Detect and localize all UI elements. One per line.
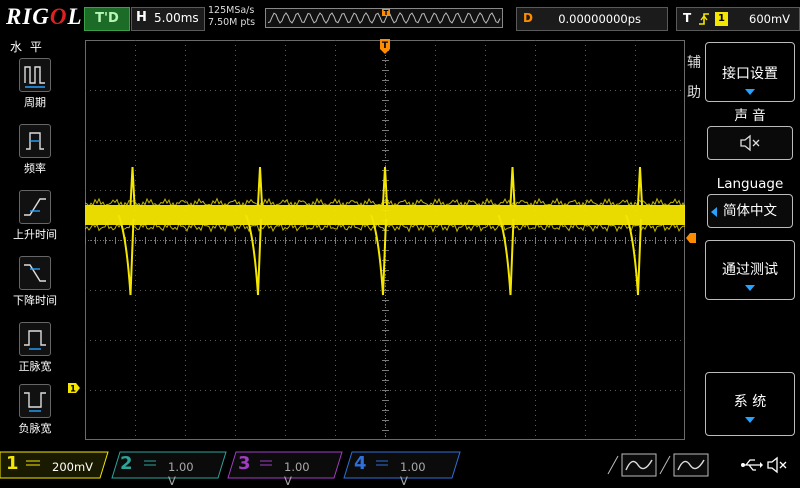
svg-text:T: T [384, 9, 389, 17]
memory-overview-waveform: T [267, 8, 501, 24]
chevron-down-icon [745, 89, 755, 95]
math-icon[interactable] [607, 453, 657, 477]
channel3-scale: 1.00 V [284, 460, 310, 488]
svg-text:T: T [382, 41, 389, 51]
measure-frequency-button[interactable]: 频率 [6, 124, 64, 176]
channel3-number: 3 [238, 453, 251, 474]
trace-spike [370, 166, 388, 296]
frequency-icon [19, 124, 51, 158]
trigger-level-marker[interactable] [685, 232, 697, 244]
measure-period-button[interactable]: 周期 [6, 58, 64, 110]
measure-negative-width-button[interactable]: 负脉宽 [6, 384, 64, 436]
speaker-mute-icon [740, 134, 760, 152]
delay-box[interactable]: D 0.00000000ps [516, 7, 668, 31]
channel1-scale: 200mV [52, 460, 94, 474]
measure-fall-time-button[interactable]: 下降时间 [6, 256, 64, 308]
channel4-scale: 1.00 V [400, 460, 426, 488]
interface-settings-button[interactable]: 接口设置 [705, 42, 795, 102]
channel1-number: 1 [6, 453, 19, 474]
waveform-display[interactable] [85, 40, 685, 440]
trigger-label: T [683, 11, 692, 25]
language-group[interactable]: Language 简体中文 [705, 174, 795, 228]
trigger-source-badge: 1 [715, 12, 728, 26]
svg-text:1: 1 [70, 385, 76, 395]
timebase-box[interactable]: H 5.00ms [131, 7, 205, 31]
fall-time-icon [19, 256, 51, 290]
aux-menu-title: 辅助 [687, 55, 701, 101]
measure-positive-width-label: 正脉宽 [18, 360, 52, 373]
channel2-scale: 1.00 V [168, 460, 194, 488]
system-button[interactable]: 系 统 [705, 372, 795, 436]
measure-rise-time-button[interactable]: 上升时间 [6, 190, 64, 242]
chevron-down-icon [745, 285, 755, 291]
language-value: 简体中文 [723, 203, 777, 219]
trace-spike [117, 166, 136, 296]
sample-rate: 125MSa/s [208, 5, 255, 16]
usb-icon [741, 459, 763, 471]
horizontal-menu-title: 水 平 [10, 40, 44, 54]
measure-rise-time-label: 上升时间 [13, 228, 57, 241]
speaker-mute-icon[interactable] [766, 456, 792, 474]
measure-negative-width-label: 负脉宽 [18, 422, 52, 435]
trigger-box[interactable]: T 1 600mV [676, 7, 800, 31]
measure-frequency-label: 频率 [24, 162, 46, 175]
positive-width-icon [19, 322, 51, 356]
sound-label: 声 音 [734, 108, 766, 124]
system-label: 系 统 [733, 394, 767, 410]
channel4-number: 4 [354, 453, 367, 474]
rising-edge-icon [699, 13, 709, 25]
math-reference-group[interactable] [604, 452, 714, 478]
acquisition-info: 125MSa/s 7.50M pts [208, 5, 255, 29]
trace-spike [245, 166, 263, 296]
pass-fail-button[interactable]: 通过测试 [705, 240, 795, 300]
rigol-logo: RIGOL [6, 4, 83, 29]
delay-label: D [523, 11, 533, 25]
memory-depth: 7.50M pts [208, 17, 256, 28]
trigger-level: 600mV [749, 12, 791, 26]
language-label: Language [716, 176, 784, 192]
timebase-value: 5.00ms [154, 11, 199, 25]
negative-width-icon [19, 384, 51, 418]
delay-value: 0.00000000ps [558, 12, 641, 26]
channel1-offset-marker[interactable]: 1 [67, 382, 81, 394]
sound-toggle[interactable] [707, 126, 793, 160]
language-select[interactable]: 简体中文 [707, 194, 793, 228]
trigger-position-marker[interactable]: T [379, 38, 391, 56]
chevron-left-icon [711, 207, 717, 217]
rise-time-icon [19, 190, 51, 224]
channel2-number: 2 [120, 453, 133, 474]
memory-overview[interactable]: T [265, 8, 503, 28]
run-state-badge[interactable]: T'D [84, 7, 130, 31]
pass-fail-label: 通过测试 [722, 262, 778, 278]
reference-icon[interactable] [659, 453, 709, 477]
top-status-bar: RIGOL T'D H 5.00ms 125MSa/s 7.50M pts T … [0, 0, 800, 36]
chevron-down-icon [745, 417, 755, 423]
measure-positive-width-button[interactable]: 正脉宽 [6, 322, 64, 374]
interface-settings-label: 接口设置 [722, 66, 778, 82]
trace-spike [625, 166, 643, 296]
measure-fall-time-label: 下降时间 [13, 294, 57, 307]
horizontal-label: H [136, 10, 147, 25]
sound-group[interactable]: 声 音 [705, 106, 795, 160]
trace-spike [497, 166, 516, 296]
measure-period-label: 周期 [24, 96, 46, 109]
period-icon [19, 58, 51, 92]
